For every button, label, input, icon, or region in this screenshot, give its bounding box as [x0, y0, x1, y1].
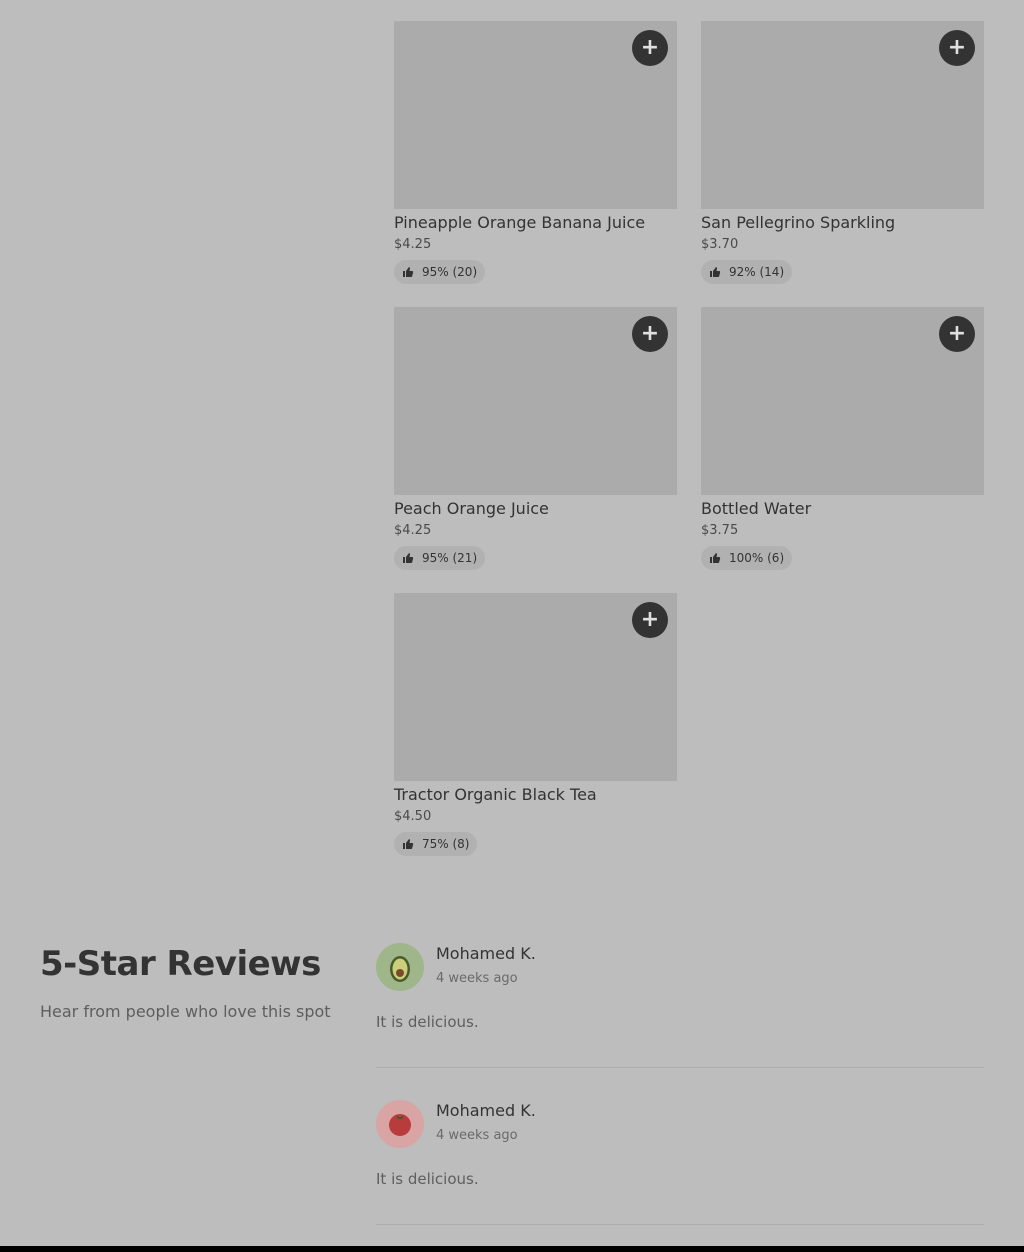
product-price: $4.50	[394, 809, 432, 824]
add-to-cart-button[interactable]: +	[939, 30, 975, 66]
rating-badge: 100% (6)	[701, 546, 793, 570]
plus-icon: +	[640, 35, 660, 60]
product-image[interactable]: +	[701, 21, 984, 209]
review-text: It is delicious.	[376, 1013, 479, 1031]
avatar	[376, 1100, 424, 1148]
thumbs-up-icon	[710, 267, 721, 277]
rating-badge: 95% (21)	[394, 546, 486, 570]
add-to-cart-button[interactable]: +	[632, 30, 668, 66]
product-name[interactable]: San Pellegrino Sparkling	[701, 213, 984, 235]
product-card[interactable]: + Pineapple Orange Banana Juice $4.25 95…	[394, 21, 677, 284]
bottom-bar	[0, 1246, 1024, 1252]
rating-badge: 92% (14)	[701, 260, 793, 284]
reviewer-name: Mohamed K.	[436, 1101, 536, 1120]
product-card[interactable]: + Tractor Organic Black Tea $4.50 75% (8…	[394, 593, 677, 856]
rating-text: 95% (21)	[422, 551, 478, 565]
rating-text: 92% (14)	[729, 265, 785, 279]
thumbs-up-icon	[403, 553, 414, 563]
plus-icon: +	[947, 321, 967, 346]
plus-icon: +	[947, 35, 967, 60]
rating-badge: 75% (8)	[394, 832, 478, 856]
review-divider	[376, 1067, 984, 1068]
rating-text: 100% (6)	[729, 551, 785, 565]
review-text: It is delicious.	[376, 1170, 479, 1188]
avocado-icon	[390, 956, 410, 982]
review-time: 4 weeks ago	[436, 1128, 518, 1143]
product-name[interactable]: Peach Orange Juice	[394, 499, 677, 521]
product-price: $3.75	[701, 523, 739, 538]
review-time: 4 weeks ago	[436, 971, 518, 986]
reviewer-name: Mohamed K.	[436, 944, 536, 963]
product-price: $4.25	[394, 237, 432, 252]
plus-icon: +	[640, 607, 660, 632]
reviews-subtitle: Hear from people who love this spot	[40, 1002, 331, 1021]
thumbs-up-icon	[403, 267, 414, 277]
product-name[interactable]: Tractor Organic Black Tea	[394, 785, 677, 807]
review-divider	[376, 1224, 984, 1225]
product-name[interactable]: Bottled Water	[701, 499, 984, 521]
product-card[interactable]: + Bottled Water $3.75 100% (6)	[701, 307, 984, 570]
product-price: $4.25	[394, 523, 432, 538]
reviews-title: 5-Star Reviews	[40, 944, 321, 984]
thumbs-up-icon	[710, 553, 721, 563]
product-image[interactable]: +	[701, 307, 984, 495]
review-item: Mohamed K. 4 weeks ago It is delicious.	[376, 1100, 984, 1225]
add-to-cart-button[interactable]: +	[939, 316, 975, 352]
product-name[interactable]: Pineapple Orange Banana Juice	[394, 213, 677, 235]
rating-badge: 95% (20)	[394, 260, 486, 284]
product-card[interactable]: + Peach Orange Juice $4.25 95% (21)	[394, 307, 677, 570]
product-image[interactable]: +	[394, 307, 677, 495]
tomato-icon	[389, 1114, 411, 1136]
avatar	[376, 943, 424, 991]
rating-text: 75% (8)	[422, 837, 470, 851]
rating-text: 95% (20)	[422, 265, 478, 279]
thumbs-up-icon	[403, 839, 414, 849]
reviews-header: 5-Star Reviews Hear from people who love…	[40, 944, 331, 1021]
add-to-cart-button[interactable]: +	[632, 316, 668, 352]
product-image[interactable]: +	[394, 21, 677, 209]
review-item: Mohamed K. 4 weeks ago It is delicious.	[376, 943, 984, 1068]
product-price: $3.70	[701, 237, 739, 252]
add-to-cart-button[interactable]: +	[632, 602, 668, 638]
plus-icon: +	[640, 321, 660, 346]
product-card[interactable]: + San Pellegrino Sparkling $3.70 92% (14…	[701, 21, 984, 284]
product-image[interactable]: +	[394, 593, 677, 781]
